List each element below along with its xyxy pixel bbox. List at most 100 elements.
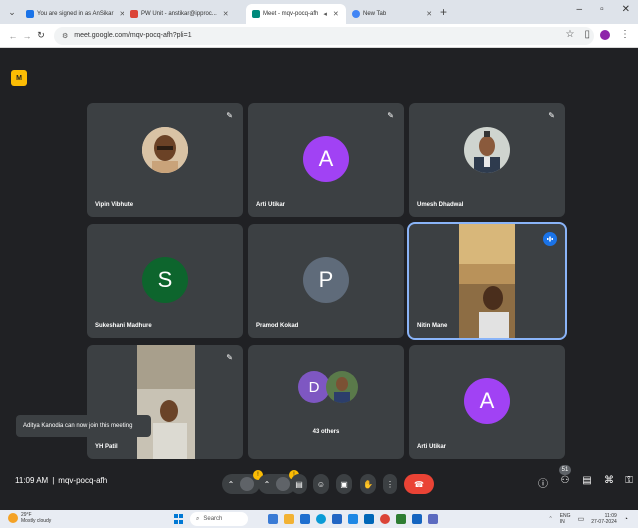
participant-name: Arti Utikar (417, 444, 447, 450)
forward-icon[interactable]: → (20, 31, 34, 41)
activities-icon: ⌘ (604, 475, 614, 486)
language-indicator[interactable]: ENG IN (560, 513, 571, 525)
people-icon: ⚇ (560, 475, 570, 486)
meeting-details-button[interactable]: ⓘ (536, 475, 550, 490)
tab-close-icon[interactable]: ✕ (333, 10, 339, 18)
present-icon: ▣ (340, 479, 348, 489)
back-icon[interactable]: ← (6, 31, 20, 41)
browser-tab[interactable]: PW Unit - anstikar@ipproc... ✕ (124, 4, 246, 24)
new-tab-button[interactable]: + (440, 5, 447, 19)
participant-tile[interactable]: S Sukeshani Madhure (87, 224, 243, 338)
chrome-icon (352, 10, 360, 18)
file-explorer-icon[interactable] (284, 514, 294, 524)
participant-avatar: P (303, 257, 349, 303)
weather-widget[interactable]: 29°F Mostly cloudy (8, 512, 51, 524)
app-icon[interactable] (428, 514, 438, 524)
avatar-letter: A (479, 388, 495, 413)
speaker-icon: ◂ (323, 11, 327, 18)
url-text: meet.google.com/mqv-pocq-afh?pli=1 (74, 32, 192, 39)
meeting-info: 11:09 AM | mqv-pocq-afh (15, 476, 107, 485)
restore-icon[interactable]: ▫ (600, 4, 604, 15)
browser-tab[interactable]: New Tab ✕ (346, 4, 436, 24)
tab-close-icon[interactable]: ✕ (223, 10, 229, 18)
raise-hand-icon: ✋ (363, 479, 373, 489)
tab-favicon-icon (26, 10, 34, 18)
muted-mic-icon: ✎ (226, 111, 233, 120)
app-icon[interactable] (412, 514, 422, 524)
captions-icon: ▤ (295, 479, 303, 489)
search-icon: ⌕ (196, 515, 200, 522)
present-button[interactable]: ▣ (336, 474, 352, 494)
tray-overflow-icon[interactable]: ⌃ (549, 516, 553, 522)
participant-tile[interactable]: A Arti Utikar (409, 345, 565, 459)
minimize-icon[interactable]: – (577, 4, 583, 15)
muted-mic-icon: ✎ (548, 111, 555, 120)
participant-name: Pramod Kokad (256, 323, 299, 329)
app-icon[interactable] (396, 514, 406, 524)
tab-title: PW Unit - anstikar@ipproc... (141, 11, 217, 17)
widgets-app-icon[interactable] (268, 514, 278, 524)
info-icon: ⓘ (538, 479, 548, 490)
chevron-up-icon: ⌃ (227, 479, 235, 489)
avatar-letter: A (318, 146, 334, 171)
app-icon[interactable] (300, 514, 310, 524)
emoji-button[interactable]: ☺ (313, 474, 329, 494)
bookmark-star-icon[interactable]: ☆ (566, 29, 575, 40)
participant-tile-speaking[interactable]: Nitin Mane (407, 222, 567, 340)
close-window-icon[interactable]: ✕ (622, 4, 630, 15)
gmail-icon (130, 10, 138, 18)
meet-logo-icon: M (11, 70, 27, 86)
site-info-icon[interactable]: ⚙ (62, 32, 68, 40)
mic-off-icon (240, 477, 255, 491)
participant-name: Vipin Vibhute (95, 202, 134, 208)
weather-icon (8, 513, 18, 523)
participant-tile[interactable]: ✎ YH Patil (87, 345, 243, 459)
app-icon[interactable] (332, 514, 342, 524)
window-controls: – ▫ ✕ (577, 4, 631, 15)
taskbar-clock[interactable]: 11:09 27-07-2024 (591, 513, 617, 525)
app-icon[interactable] (364, 514, 374, 524)
participant-tile[interactable]: ✎ Umesh Dhadwal (409, 103, 565, 217)
chat-button[interactable]: ▤ (580, 475, 594, 486)
weather-text: 29°F Mostly cloudy (21, 512, 51, 524)
profile-avatar[interactable] (600, 29, 610, 40)
participant-tile-others[interactable]: D 43 others (248, 345, 404, 459)
participant-tile[interactable]: A ✎ Arti Utikar (248, 103, 404, 217)
host-controls-button[interactable]: ⚿ (622, 475, 636, 486)
more-options-button[interactable]: ⋮ (383, 474, 397, 494)
edge-icon[interactable] (316, 514, 326, 524)
system-tray: ⌃ ENG IN ▭ 11:09 27-07-2024 ◔ (549, 513, 628, 525)
tab-title: Meet - mqv-pocq-afh (263, 11, 319, 17)
network-icon[interactable]: ▭ (578, 515, 585, 523)
avatar-letter: P (318, 267, 334, 292)
captions-button[interactable]: ▤ (291, 474, 307, 494)
avatar-letter: D (308, 378, 320, 396)
toolbar-actions: ☆ ▯ ⋮ (566, 29, 630, 40)
participant-tile[interactable]: ✎ Vipin Vibhute (87, 103, 243, 217)
speaking-indicator-icon (543, 232, 557, 246)
raise-hand-button[interactable]: ✋ (360, 474, 376, 494)
chrome-taskbar-icon[interactable] (380, 514, 390, 524)
people-button[interactable]: 51 ⚇ (558, 465, 572, 486)
participant-tile[interactable]: P Pramod Kokad (248, 224, 404, 338)
audio-options-button[interactable]: ⌃ ! (222, 470, 263, 494)
tab-close-icon[interactable]: ✕ (426, 10, 432, 18)
windows-start-icon[interactable] (174, 514, 184, 524)
leave-call-button[interactable]: ☎ (404, 474, 434, 494)
address-bar[interactable]: ⚙ meet.google.com/mqv-pocq-afh?pli=1 (54, 26, 594, 45)
participant-video (137, 345, 195, 459)
tab-search-icon[interactable]: ⌄ (4, 4, 20, 20)
participant-name: Arti Utikar (256, 202, 286, 208)
taskbar-search[interactable]: ⌕ Search (190, 512, 248, 526)
tab-title: New Tab (363, 11, 387, 17)
reload-icon[interactable]: ↻ (34, 30, 48, 41)
weather-desc: Mostly cloudy (21, 518, 52, 524)
activities-button[interactable]: ⌘ (602, 475, 616, 486)
notifications-icon[interactable]: ◔ (624, 516, 628, 523)
browser-tab[interactable]: You are signed in as AnSikar ✕ (20, 4, 124, 24)
more-menu-icon[interactable]: ⋮ (620, 29, 630, 40)
side-panel-icon[interactable]: ▯ (584, 29, 590, 40)
app-icon[interactable] (348, 514, 358, 524)
browser-tab-active[interactable]: Meet - mqv-pocq-afh ◂ ✕ (246, 4, 346, 24)
participant-name: Sukeshani Madhure (95, 323, 152, 329)
